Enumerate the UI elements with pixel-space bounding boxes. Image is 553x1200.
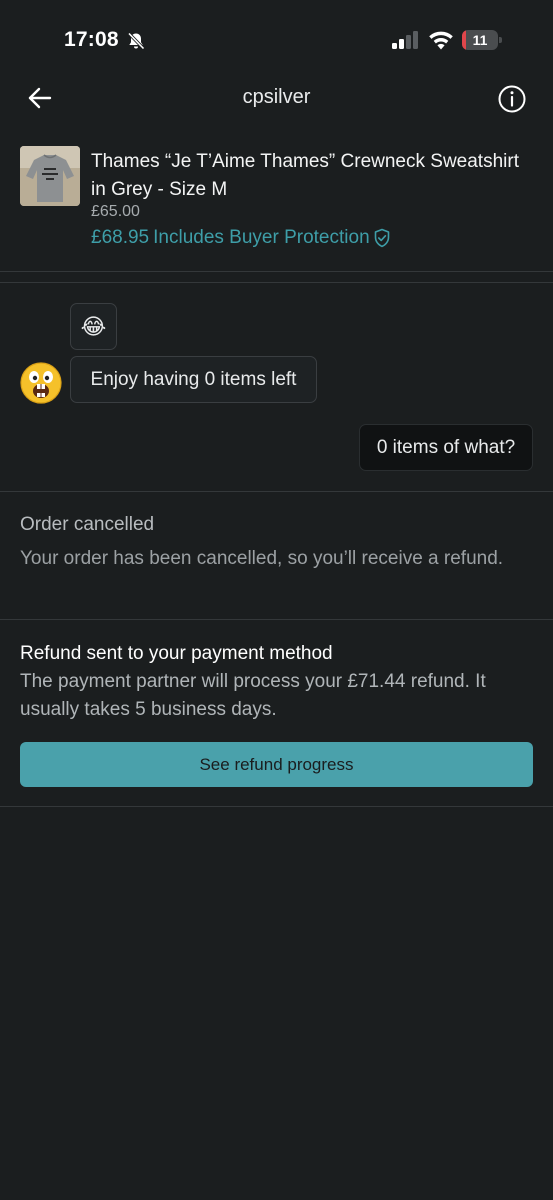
message-bubble-received: Enjoy having 0 items left: [70, 356, 317, 403]
divider: [0, 491, 553, 492]
refund-text: The payment partner will process your £7…: [20, 671, 486, 720]
divider: [0, 282, 553, 283]
battery-level-text: 11: [472, 32, 488, 48]
refund-title: Refund sent to your payment method: [20, 643, 333, 664]
product-title[interactable]: Thames “Je T’Aime Thames” Crewneck Sweat…: [91, 148, 531, 204]
conversation-screen: 17:08 11 cpsilver Thames “Je T’Aime Tham…: [0, 0, 553, 1200]
bell-slash-icon: [127, 32, 145, 50]
order-status-text: Your order has been cancelled, so you’ll…: [20, 548, 504, 569]
price-with-protection: £68.95: [91, 227, 150, 248]
message-bubble-sent: 0 items of what?: [359, 424, 533, 471]
buyer-protection-label[interactable]: Includes Buyer Protection: [153, 227, 370, 249]
battery-icon: 11: [462, 30, 502, 50]
user-avatar[interactable]: [20, 362, 62, 404]
status-time: 17:08: [64, 28, 119, 51]
order-status-title: Order cancelled: [20, 514, 155, 535]
message-bubble-emoji: 😂: [70, 303, 117, 350]
product-thumbnail[interactable]: [20, 146, 80, 206]
product-summary[interactable]: Thames “Je T’Aime Thames” Crewneck Sweat…: [0, 140, 553, 272]
info-icon[interactable]: [497, 84, 527, 114]
wifi-icon: [429, 31, 453, 50]
product-price: £65.00: [91, 203, 140, 220]
status-bar: 17:08 11: [0, 0, 553, 80]
see-refund-progress-button[interactable]: See refund progress: [20, 742, 533, 787]
divider: [0, 619, 553, 620]
shield-check-icon: [374, 228, 389, 248]
signal-icon: [392, 31, 418, 49]
divider: [0, 806, 553, 807]
buyer-protection-row[interactable]: £68.95 Includes Buyer Protection: [91, 227, 391, 249]
conversation-title: cpsilver: [242, 86, 311, 108]
conversation-header: cpsilver: [0, 76, 553, 120]
